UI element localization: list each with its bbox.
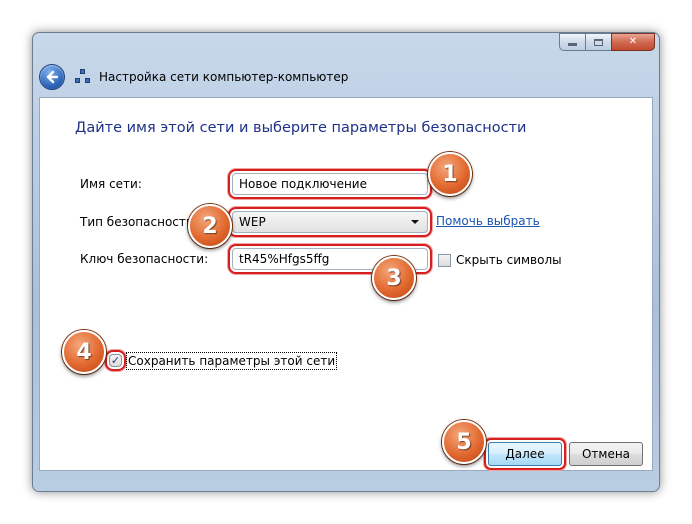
annotation-badge-2: 2	[188, 204, 232, 248]
cancel-button[interactable]: Отмена	[569, 442, 643, 466]
wizard-window: ✕ Настройка сети компьютер-компьютер Дай…	[32, 32, 660, 492]
close-icon: ✕	[628, 36, 638, 47]
back-arrow-icon	[46, 70, 59, 84]
back-button[interactable]	[39, 64, 65, 90]
hide-characters-label: Скрыть символы	[456, 253, 562, 267]
help-choose-link[interactable]: Помочь выбрать	[436, 214, 540, 228]
network-name-label: Имя сети:	[80, 177, 142, 191]
security-type-value: WEP	[239, 215, 266, 229]
checkmark-icon: ✓	[110, 354, 121, 367]
security-key-value: tR45%Hfgs5ffg	[239, 252, 330, 266]
annotation-badge-4: 4	[62, 330, 106, 374]
minimize-icon	[568, 43, 577, 46]
maximize-icon	[594, 38, 603, 46]
page-heading: Дайте имя этой сети и выберите параметры…	[75, 120, 527, 136]
maximize-button[interactable]	[585, 33, 611, 51]
security-type-label: Тип безопасности:	[80, 215, 198, 229]
chevron-down-icon	[411, 220, 419, 224]
security-type-select[interactable]: WEP	[232, 211, 428, 233]
title-bar: Настройка сети компьютер-компьютер	[39, 61, 653, 93]
network-name-input[interactable]: Новое подключение	[232, 173, 428, 195]
minimize-button[interactable]	[559, 33, 585, 51]
network-icon	[75, 69, 91, 85]
hide-characters-checkbox[interactable]	[438, 254, 451, 267]
annotation-badge-3: 3	[372, 256, 416, 300]
wizard-content: Дайте имя этой сети и выберите параметры…	[39, 97, 653, 471]
caption-buttons: ✕	[559, 33, 655, 51]
window-title: Настройка сети компьютер-компьютер	[99, 70, 349, 84]
next-button[interactable]: Далее	[488, 442, 562, 466]
annotation-badge-5: 5	[442, 420, 486, 464]
network-name-value: Новое подключение	[239, 177, 367, 191]
security-key-label: Ключ безопасности:	[80, 252, 209, 266]
save-settings-label: Сохранить параметры этой сети	[125, 352, 338, 370]
close-button[interactable]: ✕	[611, 33, 655, 51]
annotation-badge-1: 1	[428, 152, 472, 196]
save-settings-checkbox[interactable]: ✓	[109, 354, 122, 367]
